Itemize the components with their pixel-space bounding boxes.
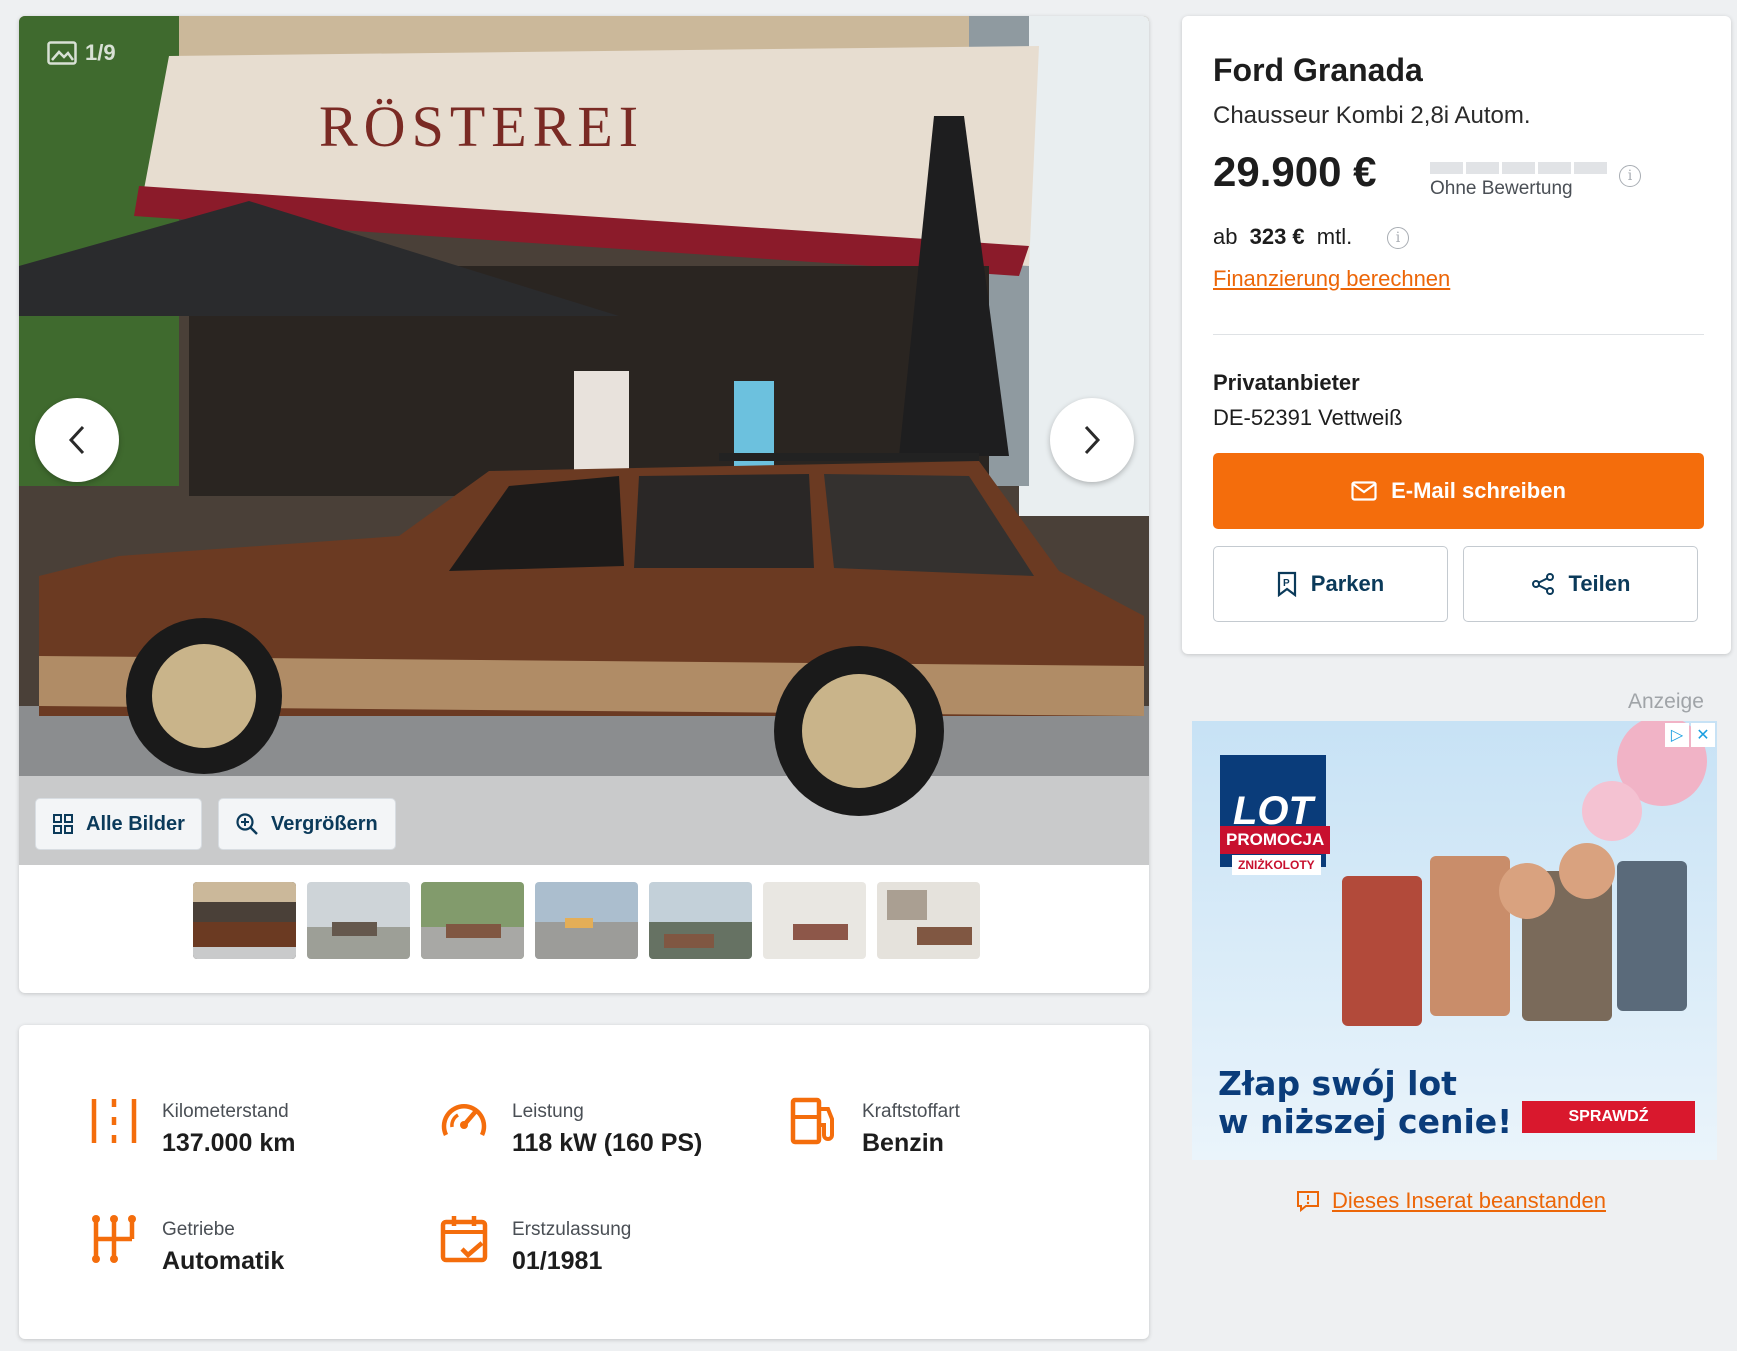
image-icon xyxy=(47,41,77,65)
spec-value: 118 kW (160 PS) xyxy=(512,1129,703,1157)
ad-promo: PROMOCJA xyxy=(1220,826,1331,854)
share-icon xyxy=(1531,573,1554,595)
gallery-card: RÖSTEREI 1/9 Alle Bilder Vergrößern xyxy=(19,16,1149,993)
spec-registration: Erstzulassung 01/1981 xyxy=(438,1213,631,1276)
price-rating-text: Ohne Bewertung xyxy=(1430,178,1573,199)
monthly-amount: 323 € xyxy=(1249,224,1305,249)
seller-location: DE-52391 Vettweiß xyxy=(1213,405,1403,430)
spec-label: Erstzulassung xyxy=(512,1219,632,1240)
share-button-label: Teilen xyxy=(1568,571,1631,596)
mail-icon xyxy=(1351,481,1377,501)
thumbnail-strip xyxy=(193,882,980,959)
speedometer-icon xyxy=(441,1104,487,1136)
fuel-pump-icon xyxy=(790,1097,834,1145)
finance-calculator-link[interactable]: Finanzierung berechnen xyxy=(1213,266,1450,292)
specs-card: Kilometerstand 137.000 km Leistung 118 k… xyxy=(19,1025,1149,1339)
seller-type: Privatanbieter xyxy=(1213,370,1360,395)
thumbnail[interactable] xyxy=(535,882,638,959)
report-icon xyxy=(1297,1191,1319,1212)
spec-transmission: Getriebe Automatik xyxy=(88,1213,284,1276)
thumbnail[interactable] xyxy=(193,882,296,959)
ad-info-icon[interactable]: ▷ xyxy=(1665,723,1689,747)
info-icon[interactable]: i xyxy=(1387,227,1409,249)
zoom-in-icon xyxy=(236,813,258,835)
calendar-icon xyxy=(440,1216,488,1263)
chevron-left-icon xyxy=(68,425,85,455)
spec-value: 01/1981 xyxy=(512,1247,603,1275)
ad-headline-line: w niższej cenie! xyxy=(1218,1102,1513,1141)
spec-label: Kilometerstand xyxy=(162,1101,289,1122)
monthly-rate: ab 323 € mtl. xyxy=(1213,224,1352,250)
spec-mileage: Kilometerstand 137.000 km xyxy=(88,1095,295,1158)
thumbnail[interactable] xyxy=(649,882,752,959)
price-rating-bar xyxy=(1430,162,1607,174)
monthly-prefix: ab xyxy=(1213,224,1238,249)
listing-info-card: Ford Granada Chausseur Kombi 2,8i Autom.… xyxy=(1182,16,1731,654)
email-button[interactable]: E-Mail schreiben xyxy=(1213,453,1704,529)
info-icon[interactable]: i xyxy=(1619,165,1641,187)
ad-cta-button[interactable]: SPRAWDŹ xyxy=(1522,1101,1695,1133)
ad-label: Anzeige xyxy=(1628,690,1704,713)
all-images-label: Alle Bilder xyxy=(86,812,185,835)
divider xyxy=(1213,334,1704,335)
listing-title: Ford Granada xyxy=(1213,52,1423,88)
thumbnail[interactable] xyxy=(421,882,524,959)
monthly-suffix: mtl. xyxy=(1316,224,1353,249)
previous-image-button[interactable] xyxy=(35,398,119,482)
spec-value: Automatik xyxy=(162,1247,285,1275)
car-photo-image: RÖSTEREI xyxy=(19,16,1149,865)
thumbnail[interactable] xyxy=(877,882,980,959)
listing-price: 29.900 € xyxy=(1213,148,1377,195)
ad-promo-sub: ZNIŻKOLOTY xyxy=(1232,855,1321,875)
svg-text:RÖSTEREI: RÖSTEREI xyxy=(319,94,644,159)
image-counter: 1/9 xyxy=(47,40,116,66)
spec-value: 137.000 km xyxy=(162,1129,296,1157)
spec-power: Leistung 118 kW (160 PS) xyxy=(438,1095,702,1158)
thumbnail[interactable] xyxy=(307,882,410,959)
ad-choices[interactable]: ▷ ✕ xyxy=(1665,723,1715,747)
park-button-label: Parken xyxy=(1310,571,1385,596)
share-button[interactable]: Teilen xyxy=(1463,546,1698,622)
ad-headline: Złap swój lot w niższej cenie! xyxy=(1218,1065,1512,1141)
grid-icon xyxy=(53,814,73,834)
spec-label: Leistung xyxy=(512,1101,584,1122)
gearbox-icon xyxy=(92,1215,136,1263)
spec-fuel: Kraftstoffart Benzin xyxy=(788,1095,960,1158)
zoom-button[interactable]: Vergrößern xyxy=(218,798,396,850)
spec-label: Kraftstoffart xyxy=(862,1101,960,1122)
thumbnail[interactable] xyxy=(763,882,866,959)
next-image-button[interactable] xyxy=(1050,398,1134,482)
listing-subtitle: Chausseur Kombi 2,8i Autom. xyxy=(1213,102,1531,129)
chevron-right-icon xyxy=(1084,425,1101,455)
spec-value: Benzin xyxy=(862,1129,944,1157)
park-button[interactable]: P Parken xyxy=(1213,546,1448,622)
report-listing-label: Dieses Inserat beanstanden xyxy=(1332,1188,1606,1213)
advertisement-banner[interactable]: ▷ ✕ LOT PROMOCJA ZNIŻKOLOTY Złap swój lo… xyxy=(1192,721,1717,1160)
main-photo[interactable]: RÖSTEREI 1/9 Alle Bilder Vergrößern xyxy=(19,16,1149,865)
image-counter-text: 1/9 xyxy=(85,40,116,65)
spec-label: Getriebe xyxy=(162,1219,235,1240)
svg-text:P: P xyxy=(1283,578,1290,589)
report-listing-link[interactable]: Dieses Inserat beanstanden xyxy=(1296,1188,1606,1214)
ad-headline-line: Złap swój lot xyxy=(1218,1064,1457,1103)
close-icon[interactable]: ✕ xyxy=(1691,723,1715,747)
email-button-label: E-Mail schreiben xyxy=(1391,478,1566,503)
zoom-label: Vergrößern xyxy=(271,812,378,835)
odometer-icon xyxy=(91,1099,137,1143)
bookmark-icon: P xyxy=(1277,571,1296,597)
all-images-button[interactable]: Alle Bilder xyxy=(35,798,202,850)
